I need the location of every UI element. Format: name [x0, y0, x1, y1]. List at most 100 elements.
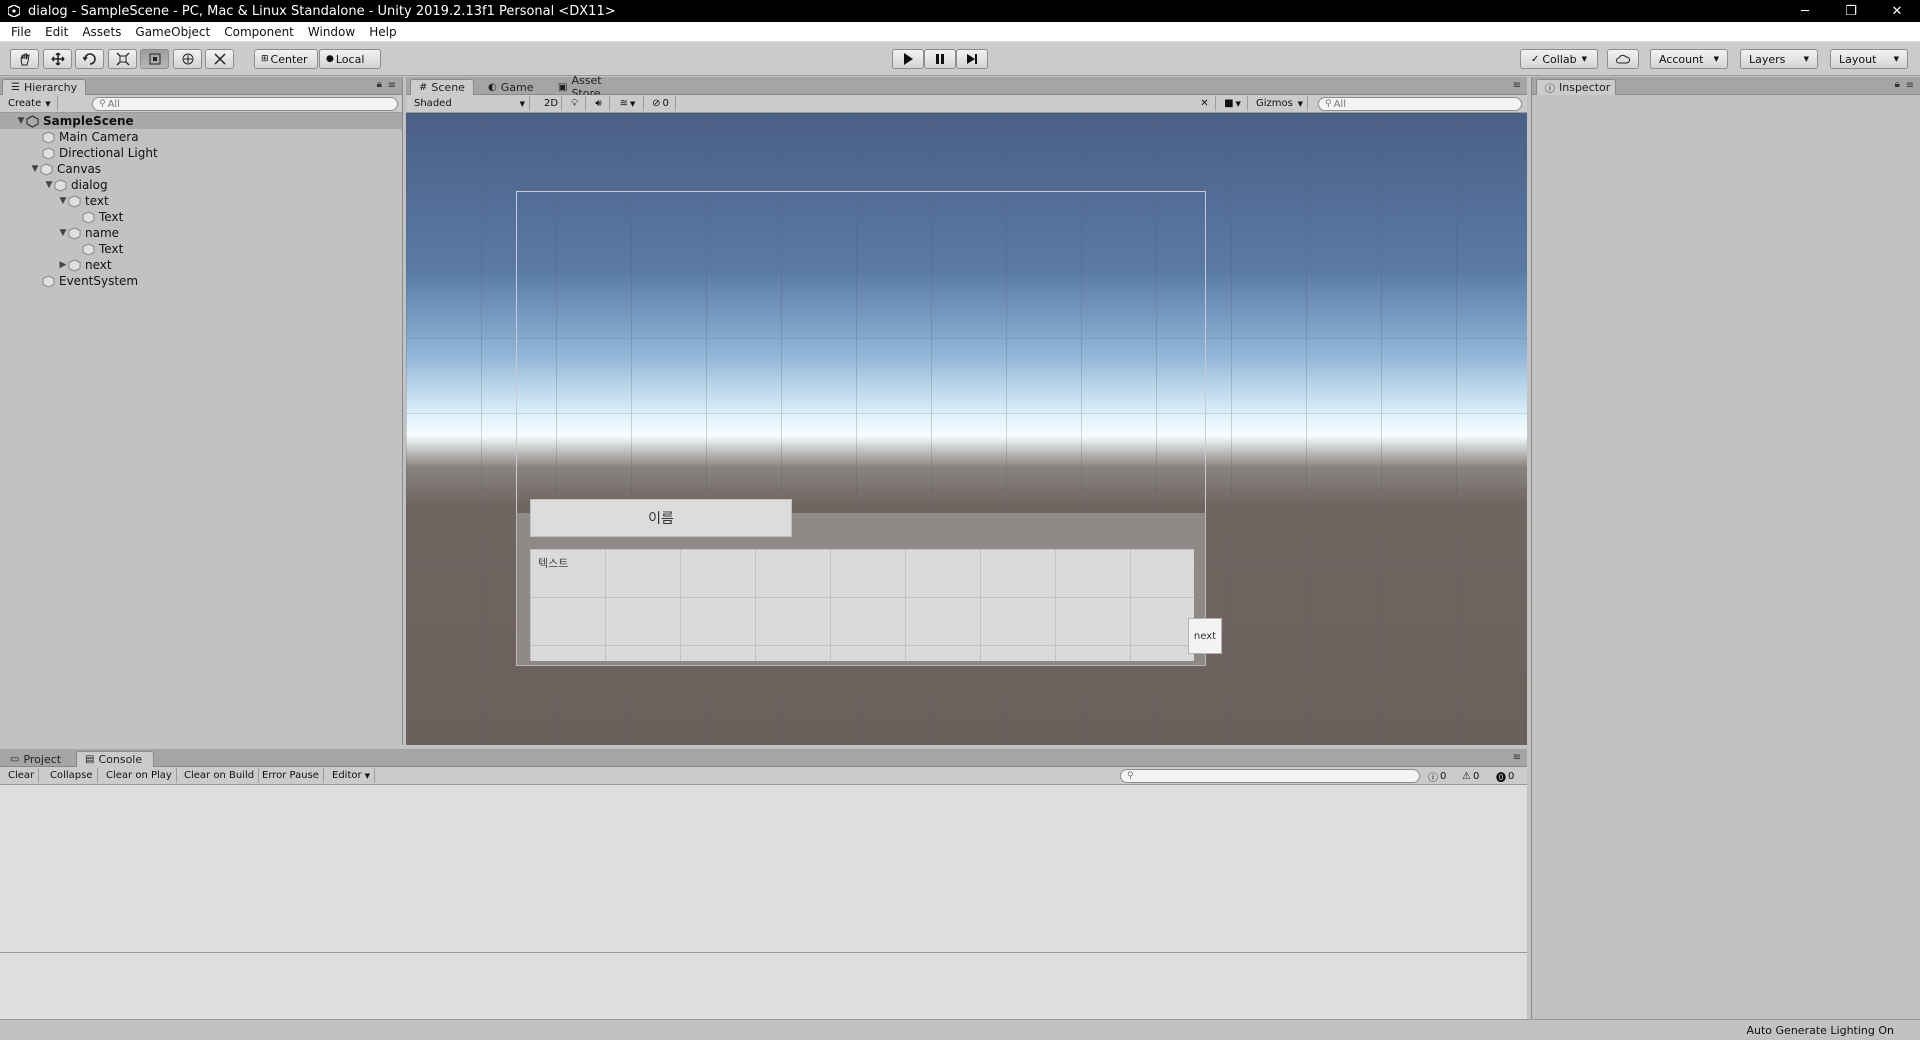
tab-project-label: Project	[23, 752, 62, 766]
console-error-pause-button[interactable]: Error Pause	[258, 768, 324, 783]
tree-item-label: dialog	[71, 178, 108, 192]
menu-bar: File Edit Assets GameObject Component Wi…	[0, 22, 1920, 42]
dropdown-arrow-icon: ▼	[45, 99, 51, 108]
console-clear-on-play-button[interactable]: Clear on Play	[102, 768, 177, 783]
console-search-input[interactable]: ⚲	[1120, 769, 1420, 783]
panel-menu-icon[interactable]: ≡	[388, 80, 396, 91]
clear-on-play-label: Clear on Play	[106, 770, 172, 781]
pause-button[interactable]	[924, 49, 956, 69]
create-dropdown[interactable]: Create ▼	[4, 96, 58, 111]
tree-item-next[interactable]: ▶ next	[0, 257, 402, 273]
scene-viewport[interactable]: 이름 텍스트 next	[406, 113, 1527, 745]
layers-label: Layers	[1749, 52, 1786, 66]
minimize-button[interactable]: ─	[1782, 0, 1828, 22]
hierarchy-panel: ☰ Hierarchy 🔒︎ ≡ Create ▼ ⚲ All ▼ SampleSce…	[0, 77, 403, 745]
expand-arrow-icon[interactable]: ▼	[16, 116, 26, 126]
info-counter[interactable]: ⓘ 0	[1428, 769, 1446, 784]
hierarchy-tabbar: ☰ Hierarchy 🔒︎ ≡	[0, 77, 402, 95]
tree-item-text[interactable]: ▼ text	[0, 193, 402, 209]
console-collapse-button[interactable]: Collapse	[46, 768, 98, 783]
hierarchy-search-input[interactable]: ⚲ All	[92, 97, 398, 111]
console-detail-area[interactable]	[0, 954, 1527, 1019]
tree-item-text-child[interactable]: Text	[0, 209, 402, 225]
warning-counter[interactable]: ⚠ 0	[1462, 769, 1479, 783]
tab-project[interactable]: ▭ Project	[2, 751, 72, 767]
restore-button[interactable]: ❐	[1828, 0, 1874, 22]
menu-file[interactable]: File	[4, 25, 38, 39]
title-bar: dialog - SampleScene - PC, Mac & Linux S…	[0, 0, 1920, 22]
menu-window[interactable]: Window	[301, 25, 362, 39]
tree-item-main-camera[interactable]: Main Camera	[0, 129, 402, 145]
transform-tool-button[interactable]	[173, 49, 202, 69]
rotate-tool-button[interactable]	[75, 49, 104, 69]
camera-dropdown[interactable]: ■ ▼	[1218, 96, 1248, 111]
tree-item-name[interactable]: ▼ name	[0, 225, 402, 241]
tree-item-canvas[interactable]: ▼ Canvas	[0, 161, 402, 177]
lock-icon[interactable]: 🔒︎	[1895, 79, 1900, 90]
menu-component[interactable]: Component	[217, 25, 301, 39]
scene-tools-button[interactable]: ✕	[1194, 96, 1216, 111]
menu-gameobject[interactable]: GameObject	[128, 25, 217, 39]
expand-arrow-icon[interactable]: ▼	[58, 196, 68, 206]
menu-assets[interactable]: Assets	[75, 25, 128, 39]
scale-tool-button[interactable]	[108, 49, 137, 69]
pause-icon	[936, 54, 944, 64]
tab-console[interactable]: ▤ Console	[76, 751, 154, 767]
pivot-local-toggle[interactable]: ● Local	[319, 49, 381, 69]
effects-icon: ≋	[619, 98, 628, 109]
console-clear-button[interactable]: Clear	[4, 768, 40, 783]
gizmos-dropdown[interactable]: Gizmos ▼	[1252, 96, 1308, 111]
tree-item-name-text-child[interactable]: Text	[0, 241, 402, 257]
scene-search-input[interactable]: ⚲ All	[1318, 97, 1522, 111]
tree-item-eventsystem[interactable]: EventSystem	[0, 273, 402, 289]
expand-arrow-icon[interactable]: ▼	[44, 180, 54, 190]
expand-arrow-icon[interactable]: ▼	[58, 228, 68, 238]
close-button[interactable]: ✕	[1874, 0, 1920, 22]
console-editor-dropdown[interactable]: Editor ▼	[328, 768, 375, 783]
toggle-2d-button[interactable]: 2D	[540, 96, 562, 111]
rect-tool-button[interactable]	[140, 49, 169, 69]
hidden-objects-toggle[interactable]: ⊘ 0	[646, 96, 676, 111]
custom-tool-button[interactable]	[205, 49, 234, 69]
scene-audio-toggle[interactable]: 🔊︎	[588, 96, 610, 111]
tab-scene[interactable]: # Scene	[410, 79, 474, 95]
hierarchy-toolbar: Create ▼ ⚲ All	[0, 95, 402, 113]
console-log-list[interactable]	[0, 785, 1527, 953]
tree-item-directional-light[interactable]: Directional Light	[0, 145, 402, 161]
grid-icon: #	[419, 82, 428, 93]
tab-inspector[interactable]: ⓘ Inspector	[1536, 79, 1616, 95]
tab-game[interactable]: ◐ Game	[480, 79, 540, 95]
account-dropdown[interactable]: Account ▼	[1650, 49, 1728, 69]
hand-tool-button[interactable]	[10, 49, 39, 69]
tab-hierarchy[interactable]: ☰ Hierarchy	[2, 79, 86, 95]
panel-menu-icon[interactable]: ≡	[1513, 752, 1521, 763]
tab-console-label: Console	[98, 753, 143, 766]
error-counter[interactable]: ⓿0	[1496, 769, 1514, 784]
lock-icon[interactable]: 🔒︎	[377, 79, 382, 90]
panel-menu-icon[interactable]: ≡	[1906, 80, 1914, 91]
menu-help[interactable]: Help	[362, 25, 403, 39]
expand-arrow-icon[interactable]: ▼	[30, 164, 40, 174]
tree-item-dialog[interactable]: ▼ dialog	[0, 177, 402, 193]
tree-item-samplescene[interactable]: ▼ SampleScene	[0, 113, 402, 129]
step-button[interactable]	[956, 49, 988, 69]
panel-menu-icon[interactable]: ≡	[1513, 80, 1521, 91]
scene-effects-dropdown[interactable]: ≋ ▼	[612, 96, 644, 111]
layout-dropdown[interactable]: Layout ▼	[1830, 49, 1908, 69]
pivot-center-toggle[interactable]: ⊞ Center	[254, 49, 318, 69]
move-tool-button[interactable]	[43, 49, 72, 69]
play-button[interactable]	[892, 49, 924, 69]
console-clear-on-build-button[interactable]: Clear on Build	[180, 768, 260, 783]
shading-mode-dropdown[interactable]: Shaded ▼	[410, 96, 530, 111]
pacman-icon: ◐	[488, 81, 497, 93]
cloud-button[interactable]	[1607, 49, 1639, 69]
collab-dropdown[interactable]: ✓ Collab ▼	[1520, 49, 1598, 69]
layers-dropdown[interactable]: Layers ▼	[1740, 49, 1818, 69]
menu-edit[interactable]: Edit	[38, 25, 75, 39]
scene-lighting-toggle[interactable]: 💡︎	[564, 96, 586, 111]
tab-asset-store[interactable]: ▣ Asset Store	[550, 74, 640, 100]
name-box[interactable]: 이름	[530, 499, 792, 537]
text-box[interactable]: 텍스트	[530, 549, 1194, 661]
next-button[interactable]: next	[1188, 618, 1222, 654]
collapse-arrow-icon[interactable]: ▶	[58, 260, 68, 270]
